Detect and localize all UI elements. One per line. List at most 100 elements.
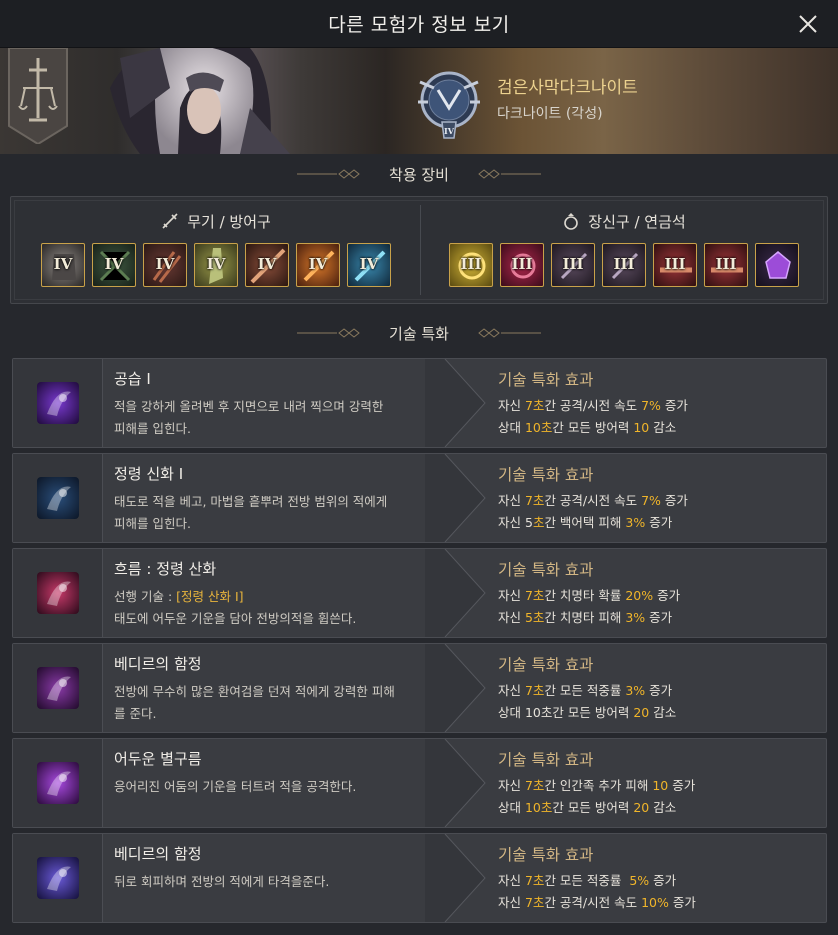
close-button[interactable] — [792, 8, 824, 40]
class-emblem-icon: IV — [418, 71, 480, 139]
assault-skill-icon — [36, 382, 79, 424]
skill-description-line: 피해를 입힌다. — [114, 516, 191, 531]
skill-description-line: 태도로 적을 베고, 마법을 흩뿌려 전방 범위의 적에게 — [114, 494, 388, 509]
skill-row[interactable]: 어두운 별구름응어리진 어둠의 기운을 터트려 적을 공격한다. 기술 특화 효과… — [12, 738, 827, 828]
evasion-strike-skill-icon — [36, 857, 79, 899]
character-class: 다크나이트 (각성) — [497, 106, 603, 122]
title-bar: 다른 모험가 정보 보기 — [0, 0, 838, 48]
equipment-slot-necklace[interactable]: III — [449, 243, 493, 287]
weapon-armor-title: 무기 / 방어구 — [187, 212, 271, 231]
skill-row[interactable]: 정령 신화 I 태도로 적을 베고, 마법을 흩뿌려 전방 범위의 적에게피해를 … — [12, 453, 827, 543]
accessory-alchemy-group: 장신구 / 연금석 III III III III III III — [445, 211, 803, 287]
skill-effect-line: 자신 5초간 백어택 피해 3% 증가 — [498, 515, 673, 530]
skill-effect-header: 기술 특화 효과 — [498, 561, 594, 579]
skill-description-line: 태도에 어두운 기운을 담아 전방의적을 휩쓴다. — [114, 611, 357, 626]
skill-icon-cell — [13, 644, 103, 732]
equipment-slot-belt-1[interactable]: III — [653, 243, 697, 287]
skill-effect-line: 자신 7초간 공격/시전 속도 10% 증가 — [498, 895, 696, 910]
equipment-section-header: 착용 장비 — [0, 160, 838, 188]
skill-section-header: 기술 특화 — [0, 319, 838, 347]
vedir-trap-skill-icon — [36, 667, 79, 709]
skill-section-title: 기술 특화 — [389, 324, 449, 343]
skill-description: 태도로 적을 베고, 마법을 흩뿌려 전방 범위의 적에게피해를 입힌다. — [114, 491, 414, 535]
skill-icon-cell — [13, 834, 103, 922]
spirit-skill-icon — [36, 477, 79, 519]
skill-effect-line: 자신 5초간 치명타 피해 3% 증가 — [498, 610, 673, 625]
character-name: 검은사막다크나이트 — [497, 78, 638, 98]
skill-name: 정령 신화 I — [114, 465, 184, 483]
skill-effect-line: 상대 10초간 모든 방어력 20 감소 — [498, 800, 677, 815]
skill-name: 공습 I — [114, 370, 151, 388]
skill-row[interactable]: 흐름 : 정령 산화선행 기술 : [정령 산화 I] 태도에 어두운 기운을 담… — [12, 548, 827, 638]
equipment-slot-gauntlet[interactable]: IV — [143, 243, 187, 287]
dark-nebula-skill-icon — [36, 762, 79, 804]
ring-icon — [564, 213, 579, 230]
row-arrow-divider — [425, 454, 486, 542]
skill-description: 적을 강하게 올려벤 후 지면으로 내려 찍으며 강력한 피해를 입힌다. — [114, 396, 414, 440]
skill-effect-line: 자신 7초간 인간족 추가 피해 10 증가 — [498, 778, 696, 793]
skill-effect-line: 자신 7초간 모든 적중률 5% 증가 — [498, 873, 677, 888]
row-arrow-divider — [425, 359, 486, 447]
skill-name: 베디르의 함정 — [114, 655, 202, 673]
skill-description-line: 뒤로 회피하며 전방의 적에게 타격을준다. — [114, 874, 330, 889]
equipment-slot-main-weapon[interactable]: IV — [245, 243, 289, 287]
equipment-slot-awakening[interactable]: IV — [347, 243, 391, 287]
equipment-divider — [420, 205, 421, 295]
row-arrow-divider — [425, 739, 486, 827]
equipment-panel: 무기 / 방어구 IV IV IV IV IV IV IV 장신구 / 연금석 … — [10, 196, 828, 304]
ornament-left — [297, 169, 360, 179]
skill-description: 뒤로 회피하며 전방의 적에게 타격을준다. — [114, 871, 414, 893]
skill-effect-line: 자신 7초간 공격/시전 속도 7% 증가 — [498, 398, 688, 413]
skill-effect-line: 자신 7초간 공격/시전 속도 7% 증가 — [498, 493, 688, 508]
window-title: 다른 모험가 정보 보기 — [328, 14, 510, 36]
equipment-slot-alchemy-stone[interactable] — [755, 243, 799, 287]
accessory-alchemy-title: 장신구 / 연금석 — [588, 212, 686, 231]
skill-name: 어두운 별구름 — [114, 750, 202, 768]
flow-skill-icon — [36, 572, 79, 614]
equipment-slot-ring[interactable]: III — [500, 243, 544, 287]
close-icon — [799, 15, 817, 33]
skill-icon-cell — [13, 359, 103, 447]
equipment-slot-armor[interactable]: IV — [41, 243, 85, 287]
equipment-section-title: 착용 장비 — [389, 165, 449, 184]
alchemy-stone-icon — [765, 251, 791, 279]
accessory-slots: III III III III III III — [449, 243, 799, 287]
weapon-armor-slots: IV IV IV IV IV IV IV — [41, 243, 391, 287]
skill-effect-header: 기술 특화 효과 — [498, 466, 594, 484]
skill-row[interactable]: 베디르의 함정전방에 무수히 많은 환여검을 던져 적에게 강력한 피해를 준다… — [12, 643, 827, 733]
skill-effect-header: 기술 특화 효과 — [498, 656, 594, 674]
ornament-right — [478, 328, 541, 338]
skill-effect-line: 자신 7초간 모든 적중률 3% 증가 — [498, 683, 673, 698]
skill-row[interactable]: 공습 I 적을 강하게 올려벤 후 지면으로 내려 찍으며 강력한 피해를 입힌다.… — [12, 358, 827, 448]
row-arrow-divider — [425, 644, 486, 732]
sword-icon — [162, 213, 178, 229]
skill-effect-line: 상대 10초간 모든 방어력 20 감소 — [498, 705, 677, 720]
skill-description: 선행 기술 : [정령 산화 I] 태도에 어두운 기운을 담아 전방의적을 휩쓴… — [114, 586, 414, 630]
skill-description-line: 전방에 무수히 많은 환여검을 던져 적에게 강력한 피해 — [114, 684, 395, 699]
equipment-slot-earring-2[interactable]: III — [602, 243, 646, 287]
skill-effect-header: 기술 특화 효과 — [498, 846, 594, 864]
skill-name: 흐름 : 정령 산화 — [114, 560, 217, 578]
skill-row[interactable]: 베디르의 함정뒤로 회피하며 전방의 적에게 타격을준다. 기술 특화 효과자신 … — [12, 833, 827, 923]
skill-icon-cell — [13, 549, 103, 637]
equipment-slot-gloves[interactable]: IV — [92, 243, 136, 287]
skill-description: 전방에 무수히 많은 환여검을 던져 적에게 강력한 피해를 준다. — [114, 681, 414, 725]
skill-name: 베디르의 함정 — [114, 845, 202, 863]
equipment-slot-earring-1[interactable]: III — [551, 243, 595, 287]
ornament-left — [297, 328, 360, 338]
equipment-slot-belt-2[interactable]: III — [704, 243, 748, 287]
skill-description-line: 적을 강하게 올려벤 후 지면으로 내려 찍으며 강력한 — [114, 399, 384, 414]
skill-description-line: 를 준다. — [114, 706, 157, 721]
skill-effect-header: 기술 특화 효과 — [498, 371, 594, 389]
skill-icon-cell — [13, 739, 103, 827]
equipment-slot-sub-weapon[interactable]: IV — [296, 243, 340, 287]
skill-description-line: 응어리진 어둠의 기운을 터트려 적을 공격한다. — [114, 779, 357, 794]
skill-prerequisite: 선행 기술 : [정령 산화 I] — [114, 589, 244, 604]
weapon-armor-group: 무기 / 방어구 IV IV IV IV IV IV IV — [37, 211, 395, 287]
row-arrow-divider — [425, 549, 486, 637]
skill-effect-line: 자신 7초간 치명타 확률 20% 증가 — [498, 588, 681, 603]
equipment-slot-boots[interactable]: IV — [194, 243, 238, 287]
guild-crest-icon — [8, 48, 68, 144]
skill-icon-cell — [13, 454, 103, 542]
skill-effect-header: 기술 특화 효과 — [498, 751, 594, 769]
